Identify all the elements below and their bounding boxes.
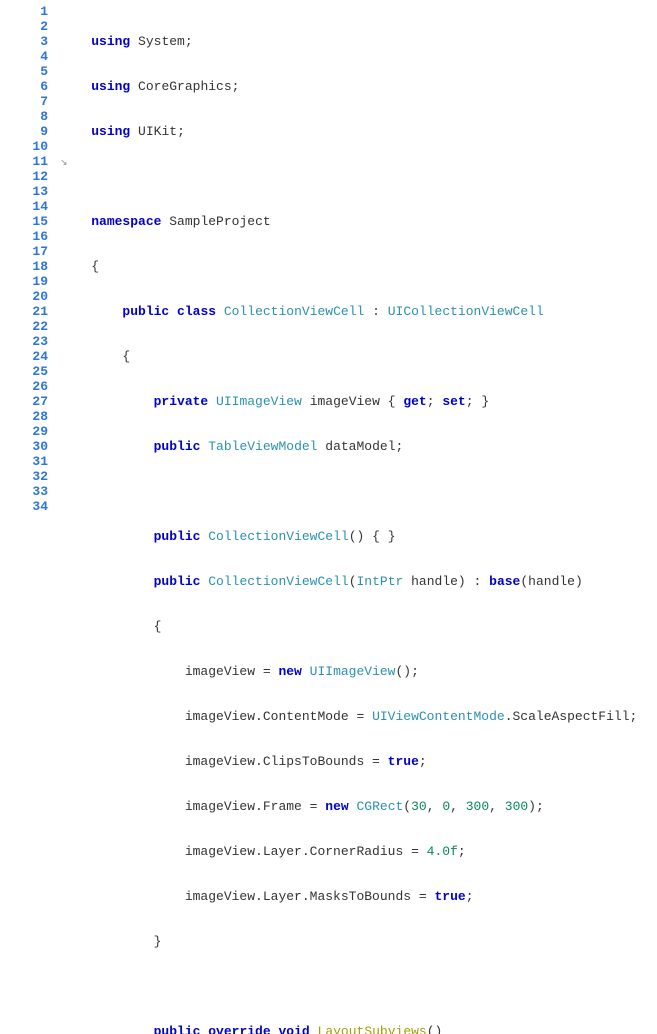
line-number: 28 [0, 409, 48, 424]
code-line: imageView.ClipsToBounds = true; [60, 754, 657, 769]
code-line: namespace SampleProject [60, 214, 657, 229]
code-line: imageView = new UIImageView(); [60, 664, 657, 679]
line-number: 5 [0, 64, 48, 79]
code-editor: 1234567891011121314151617181920212223242… [0, 0, 657, 517]
line-number: 12 [0, 169, 48, 184]
code-line: { [60, 259, 657, 274]
line-number: 8 [0, 109, 48, 124]
line-number: 17 [0, 244, 48, 259]
line-number: 23 [0, 334, 48, 349]
code-line [60, 484, 657, 499]
line-number: 13 [0, 184, 48, 199]
line-number: 14 [0, 199, 48, 214]
code-line: imageView.Layer.MasksToBounds = true; [60, 889, 657, 904]
line-number: 21 [0, 304, 48, 319]
line-number: 27 [0, 394, 48, 409]
line-number: 6 [0, 79, 48, 94]
fold-marker-icon: ↘ [60, 156, 68, 171]
line-number: 31 [0, 454, 48, 469]
code-line [60, 169, 657, 184]
code-line: public CollectionViewCell(IntPtr handle)… [60, 574, 657, 589]
line-number: 24 [0, 349, 48, 364]
code-line: using CoreGraphics; [60, 79, 657, 94]
line-number: 4 [0, 49, 48, 64]
line-number: 15 [0, 214, 48, 229]
code-line: public CollectionViewCell() { } [60, 529, 657, 544]
line-number: 26 [0, 379, 48, 394]
line-number-gutter: 1234567891011121314151617181920212223242… [0, 0, 60, 517]
code-line: } [60, 934, 657, 949]
line-number: 29 [0, 424, 48, 439]
line-number: 25 [0, 364, 48, 379]
code-line: public TableViewModel dataModel; [60, 439, 657, 454]
line-number: 11 [0, 154, 48, 169]
code-line: { [60, 349, 657, 364]
line-number: 1 [0, 4, 48, 19]
code-area: using System; using CoreGraphics; using … [60, 0, 657, 517]
line-number: 7 [0, 94, 48, 109]
line-number: 32 [0, 469, 48, 484]
code-line: imageView.Layer.CornerRadius = 4.0f; [60, 844, 657, 859]
line-number: 10 [0, 139, 48, 154]
line-number: 2 [0, 19, 48, 34]
line-number: 34 [0, 499, 48, 514]
line-number: 22 [0, 319, 48, 334]
code-line: using UIKit; [60, 124, 657, 139]
code-line: using System; [60, 34, 657, 49]
line-number: 30 [0, 439, 48, 454]
line-number: 20 [0, 289, 48, 304]
line-number: 9 [0, 124, 48, 139]
line-number: 16 [0, 229, 48, 244]
code-line: public override void LayoutSubviews() [60, 1024, 657, 1034]
line-number: 3 [0, 34, 48, 49]
code-line [60, 979, 657, 994]
code-line: { [60, 619, 657, 634]
code-line: private UIImageView imageView { get; set… [60, 394, 657, 409]
code-line: public class CollectionViewCell : UIColl… [60, 304, 657, 319]
line-number: 18 [0, 259, 48, 274]
line-number: 33 [0, 484, 48, 499]
code-line: imageView.Frame = new CGRect(30, 0, 300,… [60, 799, 657, 814]
line-number: 19 [0, 274, 48, 289]
code-line: imageView.ContentMode = UIViewContentMod… [60, 709, 657, 724]
